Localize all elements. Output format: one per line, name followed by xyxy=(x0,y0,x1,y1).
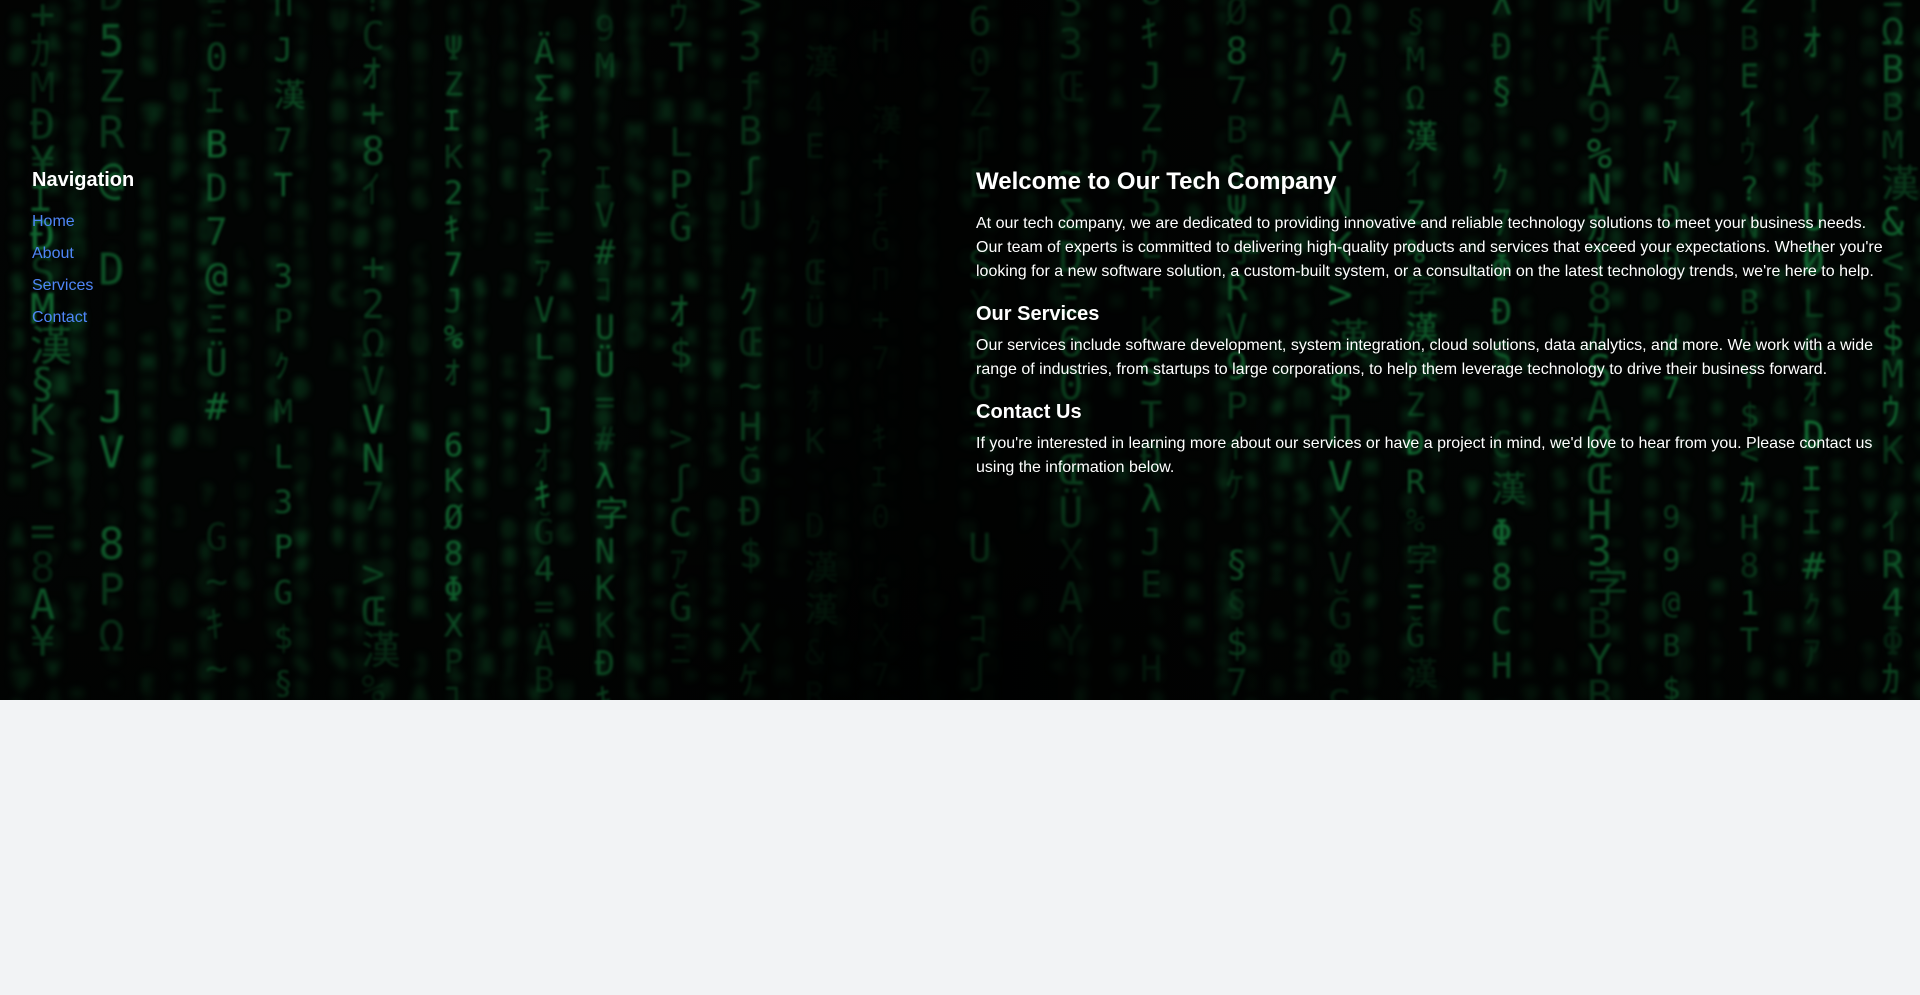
nav-link-home[interactable]: Home xyxy=(32,213,75,230)
nav-item-contact: Contact xyxy=(32,306,332,330)
nav-link-about[interactable]: About xyxy=(32,245,74,262)
services-heading: Our Services xyxy=(976,303,1100,325)
nav-item-home: Home xyxy=(32,210,332,234)
nav-item-about: About xyxy=(32,242,332,266)
nav-list: Home About Services Contact xyxy=(32,210,332,330)
contact-paragraph: If you're interested in learning more ab… xyxy=(976,435,1873,476)
nav-link-services[interactable]: Services xyxy=(32,277,93,294)
sidebar-navigation: Navigation Home About Services Contact xyxy=(32,166,332,338)
hero-section: @8ØŒ&ｶ$8Y$23ｵ%7LHÄ$漢XL字ｱTΩA$ｱKXƒUC漢DE0N7… xyxy=(0,0,1920,700)
page-title: Welcome to Our Tech Company xyxy=(976,168,1337,195)
sidebar-heading: Navigation xyxy=(32,169,135,191)
nav-link-contact[interactable]: Contact xyxy=(32,309,87,326)
services-paragraph: Our services include software developmen… xyxy=(976,337,1874,378)
intro-paragraph: At our tech company, we are dedicated to… xyxy=(976,215,1883,280)
nav-item-services: Services xyxy=(32,274,332,298)
main-content: Welcome to Our Tech Company At our tech … xyxy=(976,166,1886,496)
contact-heading: Contact Us xyxy=(976,401,1082,423)
